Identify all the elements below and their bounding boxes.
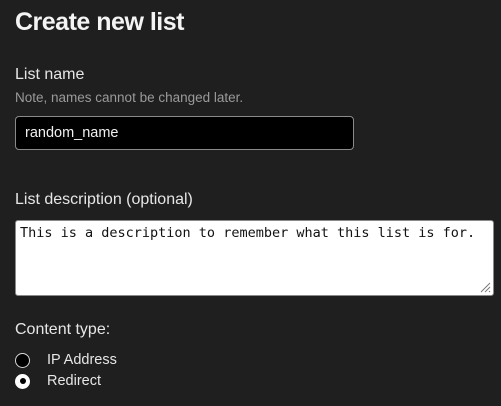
content-type-label: Content type: [15,321,111,338]
list-name-input[interactable] [15,116,354,150]
radio-button-redirect[interactable] [15,373,30,389]
radio-option-redirect[interactable]: Redirect [15,372,101,390]
resize-handle-icon[interactable] [479,281,491,293]
list-name-hint: Note, names cannot be changed later. [15,90,244,105]
page-title: Create new list [15,8,184,36]
radio-label-redirect[interactable]: Redirect [47,373,101,389]
radio-label-ip-address[interactable]: IP Address [47,352,117,368]
list-description-label: List description (optional) [15,191,193,208]
list-name-label: List name [15,66,85,83]
radio-option-ip-address[interactable]: IP Address [15,351,117,369]
radio-button-ip-address[interactable] [15,352,30,368]
list-description-textarea[interactable]: This is a description to remember what t… [15,220,494,296]
